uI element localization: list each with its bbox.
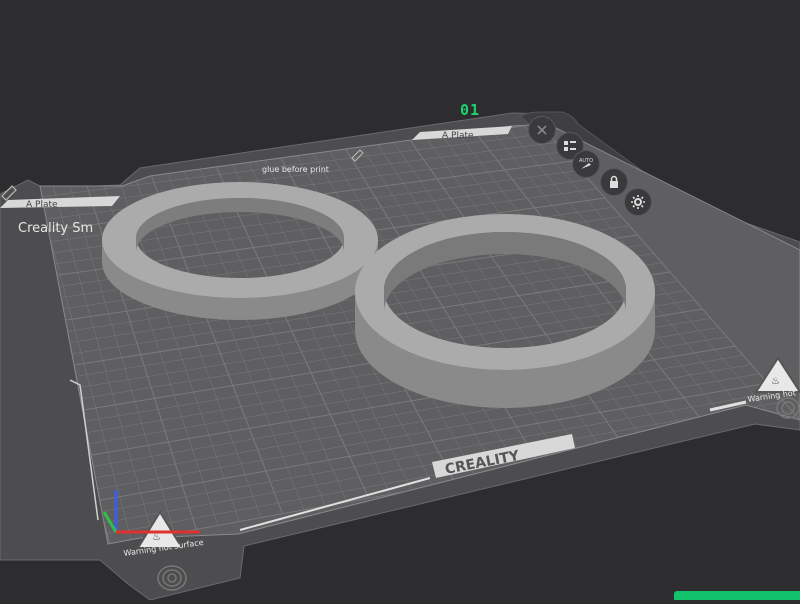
lock-icon [610, 175, 618, 188]
plate-glue-notice: glue before print [262, 165, 329, 174]
gear-icon [631, 195, 645, 209]
plate-label-top: A Plate [442, 131, 474, 141]
close-icon [537, 125, 547, 135]
lock-plate-button[interactable] [600, 168, 628, 196]
hot-surface-icon: ♨ [152, 532, 161, 543]
plate-number-label: 01 [460, 101, 481, 119]
auto-orient-icon: AUTO [579, 158, 593, 169]
plate-label-left: A Plate [26, 200, 58, 210]
svg-text:AUTO: AUTO [579, 158, 593, 164]
plate-settings-button[interactable] [624, 188, 652, 216]
3d-viewport[interactable]: A Plate A Plate Creality Sm glue before … [0, 0, 800, 601]
status-indicator-strip [674, 591, 800, 600]
build-plate-canvas[interactable]: A Plate A Plate Creality Sm glue before … [0, 0, 800, 601]
arrange-icon [564, 141, 576, 151]
auto-orient-button[interactable]: AUTO [572, 150, 600, 178]
hot-surface-icon: ♨ [771, 376, 780, 387]
close-plate-button[interactable] [528, 116, 556, 144]
plate-corner-title: Creality Sm [18, 221, 93, 236]
